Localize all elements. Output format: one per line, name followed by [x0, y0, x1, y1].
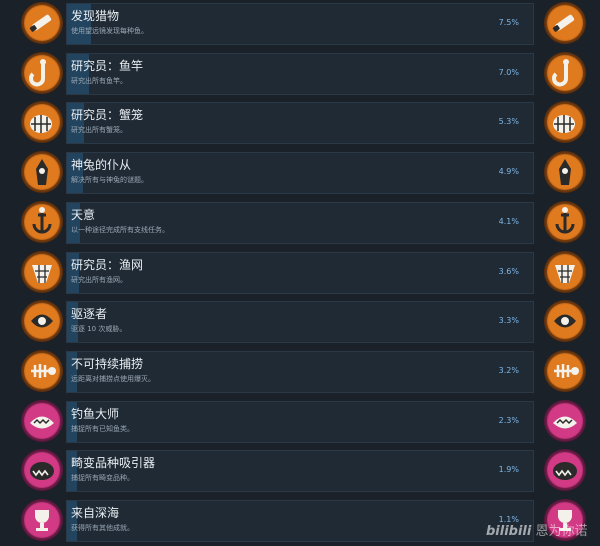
trophy-icon — [21, 499, 63, 541]
achievement-description: 捕捉所有已知鱼类。 — [71, 425, 134, 433]
unlock-percent: 3.2% — [498, 366, 519, 375]
achievement-panel: 天意以一种途径完成所有支线任务。 4.1% — [66, 202, 534, 244]
achievement-description: 驱逐 10 次威胁。 — [71, 325, 127, 333]
achievement-panel: 钓鱼大师捕捉所有已知鱼类。 2.3% — [66, 401, 534, 443]
achievement-description: 研究出所有蟹笼。 — [71, 126, 127, 134]
achievement-panel: 来自深海 获得所有其他成就。 1.1% — [66, 500, 534, 542]
eye-sigil-icon — [544, 300, 586, 342]
bilibili-logo: bilibili — [486, 524, 532, 539]
achievement-row[interactable]: 驱逐者驱逐 10 次威胁。 3.3% — [0, 297, 600, 347]
unlock-percent: 4.1% — [498, 217, 519, 226]
watermark: bilibili 恩为你诺 — [486, 520, 600, 543]
achievement-title: 研究员：鱼竿 — [71, 59, 144, 73]
achievement-panel: 发现猎物使用望远镜发现每种鱼。 7.5% — [66, 3, 534, 45]
achievement-description: 远距离对捕捞点使用爆灭。 — [71, 375, 155, 383]
achievement-title: 天意 — [71, 208, 96, 222]
achievement-title: 研究员：渔网 — [71, 258, 144, 272]
fanged-fish-icon — [544, 449, 586, 491]
angler-fish-icon — [21, 400, 63, 442]
idol-icon — [21, 151, 63, 193]
unlock-percent: 7.0% — [498, 68, 519, 77]
achievement-row[interactable]: 神兔的仆从解决所有与神兔的谜题。 4.9% — [0, 148, 600, 198]
unlock-percent: 2.3% — [498, 416, 519, 425]
telescope-icon — [544, 2, 586, 44]
achievement-title: 研究员：蟹笼 — [71, 108, 144, 122]
fish-skeleton-icon — [21, 350, 63, 392]
unlock-percent: 5.3% — [498, 117, 519, 126]
achievement-description: 使用望远镜发现每种鱼。 — [71, 27, 148, 35]
achievement-panel: 神兔的仆从解决所有与神兔的谜题。 4.9% — [66, 152, 534, 194]
telescope-icon — [21, 2, 63, 44]
unlock-percent: 7.5% — [498, 18, 519, 27]
achievement-title: 驱逐者 — [71, 307, 108, 321]
crab-pot-gear-icon — [544, 101, 586, 143]
achievement-description: 研究出所有渔网。 — [71, 276, 127, 284]
fish-skeleton-icon — [544, 350, 586, 392]
idol-icon — [544, 151, 586, 193]
achievement-row[interactable]: 天意以一种途径完成所有支线任务。 4.1% — [0, 198, 600, 248]
achievement-title: 神兔的仆从 — [71, 158, 132, 172]
unlock-percent: 1.9% — [498, 465, 519, 474]
achievement-description: 捕捉所有畸变品种。 — [71, 474, 134, 482]
crab-pot-gear-icon — [21, 101, 63, 143]
angler-fish-icon — [544, 400, 586, 442]
achievement-panel: 研究员：渔网研究出所有渔网。 3.6% — [66, 252, 534, 294]
achievement-title: 不可持续捕捞 — [71, 357, 144, 371]
unlock-percent: 3.3% — [498, 316, 519, 325]
achievement-panel: 不可持续捕捞远距离对捕捞点使用爆灭。 3.2% — [66, 351, 534, 393]
net-gear-icon — [21, 251, 63, 293]
achievement-row[interactable]: 发现猎物使用望远镜发现每种鱼。 7.5% — [0, 0, 600, 49]
fanged-fish-icon — [21, 449, 63, 491]
achievement-title: 钓鱼大师 — [71, 407, 120, 421]
fishing-hook-gear-icon — [544, 52, 586, 94]
achievement-row[interactable]: 钓鱼大师捕捉所有已知鱼类。 2.3% — [0, 397, 600, 447]
unlock-percent: 3.6% — [498, 267, 519, 276]
watermark-text: 恩为你诺 — [535, 524, 588, 539]
achievement-panel: 研究员：蟹笼研究出所有蟹笼。 5.3% — [66, 102, 534, 144]
achievement-title: 来自深海 — [71, 506, 120, 520]
achievement-title: 发现猎物 — [71, 9, 120, 23]
achievement-description: 获得所有其他成就。 — [71, 524, 134, 532]
eye-sigil-icon — [21, 300, 63, 342]
anchor-icon — [544, 201, 586, 243]
achievement-panel: 畸变品种吸引器捕捉所有畸变品种。 1.9% — [66, 450, 534, 492]
achievement-row[interactable]: 研究员：渔网研究出所有渔网。 3.6% — [0, 248, 600, 298]
net-gear-icon — [544, 251, 586, 293]
achievement-panel: 研究员：鱼竿研究出所有鱼竿。 7.0% — [66, 53, 534, 95]
achievement-description: 研究出所有鱼竿。 — [71, 77, 127, 85]
achievement-description: 以一种途径完成所有支线任务。 — [71, 226, 169, 234]
achievement-panel: 驱逐者驱逐 10 次威胁。 3.3% — [66, 301, 534, 343]
achievement-title: 畸变品种吸引器 — [71, 456, 156, 470]
achievement-row[interactable]: 研究员：蟹笼研究出所有蟹笼。 5.3% — [0, 98, 600, 148]
unlock-percent: 4.9% — [498, 167, 519, 176]
achievement-row[interactable]: 不可持续捕捞远距离对捕捞点使用爆灭。 3.2% — [0, 347, 600, 397]
anchor-icon — [21, 201, 63, 243]
achievement-row[interactable]: 研究员：鱼竿研究出所有鱼竿。 7.0% — [0, 49, 600, 99]
achievement-row[interactable]: 畸变品种吸引器捕捉所有畸变品种。 1.9% — [0, 446, 600, 496]
achievement-description: 解决所有与神兔的谜题。 — [71, 176, 148, 184]
fishing-hook-gear-icon — [21, 52, 63, 94]
